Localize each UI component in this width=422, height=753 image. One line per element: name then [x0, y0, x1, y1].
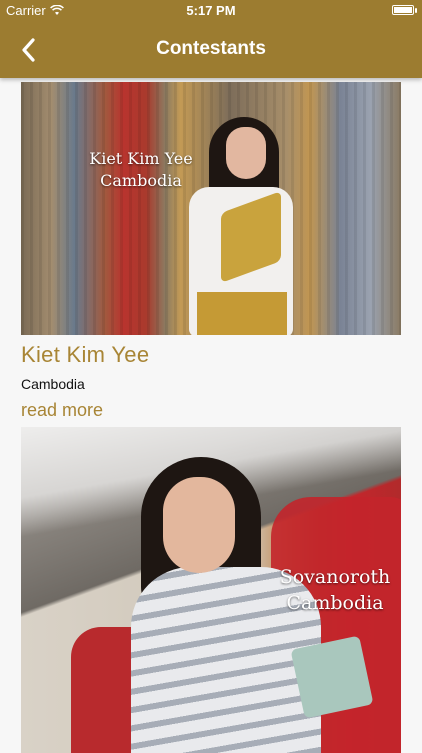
navigation-bar: Contestants: [0, 22, 422, 78]
photo-caption-country: Cambodia: [286, 591, 384, 614]
page-title: Contestants: [156, 38, 266, 59]
status-bar: Carrier 5:17 PM: [0, 0, 422, 22]
photo-caption-country: Cambodia: [100, 170, 182, 190]
photo-caption-name: Kiet Kim Yee: [89, 149, 193, 168]
photo-caption-name: Sovanoroth: [279, 566, 391, 588]
contestant-list[interactable]: Kiet Kim Yee Cambodia Kiet Kim Yee Cambo…: [0, 78, 422, 753]
photo-pillow: [290, 635, 374, 719]
contestant-card[interactable]: Sovanoroth Cambodia: [21, 427, 401, 753]
status-time: 5:17 PM: [186, 3, 236, 18]
photo-figure-skirt: [197, 292, 287, 335]
battery-icon: [392, 5, 417, 15]
app-header: Carrier 5:17 PM Contestants: [0, 0, 422, 78]
photo-caption: Kiet Kim Yee Cambodia: [71, 148, 211, 191]
contestant-photo[interactable]: Kiet Kim Yee Cambodia: [21, 82, 401, 335]
photo-figure-face: [226, 127, 266, 179]
contestant-name[interactable]: Kiet Kim Yee: [21, 342, 401, 368]
read-more-link[interactable]: read more: [21, 400, 401, 421]
contestant-photo[interactable]: Sovanoroth Cambodia: [21, 427, 401, 753]
contestant-card[interactable]: Kiet Kim Yee Cambodia Kiet Kim Yee Cambo…: [21, 82, 401, 421]
photo-caption: Sovanoroth Cambodia: [265, 565, 401, 616]
contestant-country: Cambodia: [21, 376, 85, 392]
photo-figure-face: [163, 477, 235, 573]
